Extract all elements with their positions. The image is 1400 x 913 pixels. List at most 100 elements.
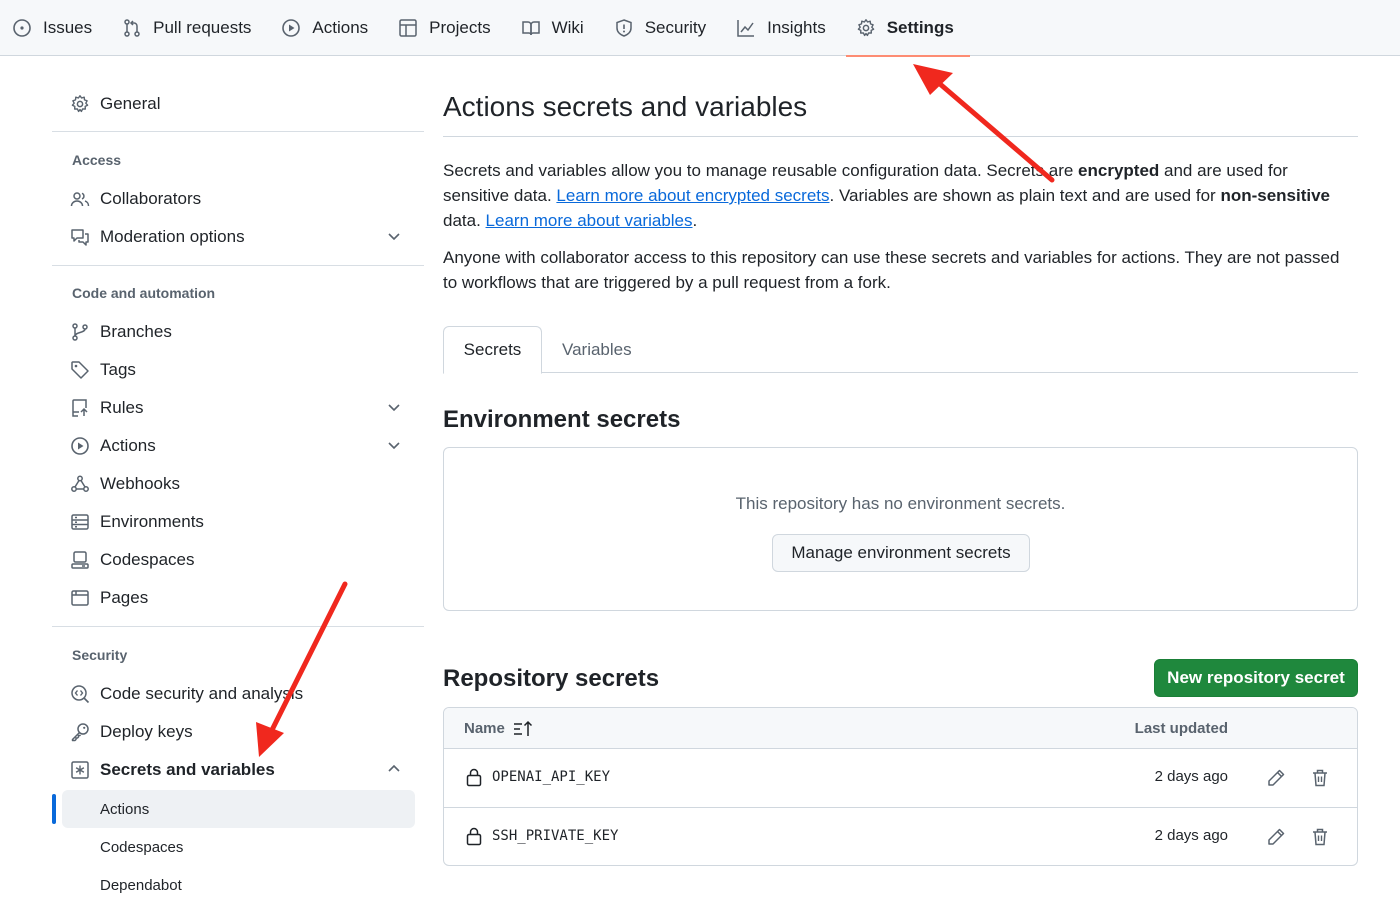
tab-issues[interactable]: Issues bbox=[12, 0, 106, 56]
intro-text: . Variables are shown as plain text and … bbox=[829, 186, 1221, 205]
tab-security[interactable]: Security bbox=[614, 0, 720, 56]
sidebar-selected-indicator bbox=[52, 794, 56, 824]
repo-nav: Issues Pull requests Actions Projects Wi… bbox=[0, 0, 1400, 57]
tab-pull-requests-label: Pull requests bbox=[153, 17, 252, 37]
sidebar-heading-access: Access bbox=[72, 152, 122, 168]
sidebar-item-label: Code security and analysis bbox=[100, 684, 304, 703]
sidebar-item-label: Moderation options bbox=[100, 227, 245, 246]
chevron-down-icon[interactable] bbox=[386, 399, 402, 415]
sidebar-item-label: Tags bbox=[100, 360, 136, 379]
tab-variables[interactable]: Variables bbox=[562, 326, 632, 373]
secret-updated: 2 days ago bbox=[1154, 827, 1228, 844]
sidebar-item-label: Actions bbox=[100, 436, 156, 455]
gear-icon bbox=[857, 18, 875, 36]
page-title: Actions secrets and variables bbox=[443, 91, 808, 122]
title-divider bbox=[443, 136, 1358, 137]
book-icon bbox=[521, 20, 540, 35]
key-asterisk-icon bbox=[71, 761, 89, 779]
secret-name: SSH_PRIVATE_KEY bbox=[492, 828, 619, 844]
table-row: OPENAI_API_KEY 2 days ago bbox=[444, 749, 1357, 807]
tab-secrets[interactable]: Secrets bbox=[443, 326, 542, 374]
tab-actions[interactable]: Actions bbox=[281, 0, 382, 56]
environment-secrets-heading: Environment secrets bbox=[443, 406, 681, 433]
sidebar-item-label: Codespaces bbox=[100, 550, 195, 569]
tab-wiki[interactable]: Wiki bbox=[521, 0, 598, 56]
chevron-down-icon[interactable] bbox=[386, 437, 402, 453]
sidebar-item-label: Deploy keys bbox=[100, 722, 193, 741]
lock-icon bbox=[466, 768, 482, 787]
sidebar-divider bbox=[52, 626, 424, 627]
column-header-last-updated: Last updated bbox=[1134, 720, 1228, 737]
play-icon bbox=[282, 18, 301, 37]
pencil-icon[interactable] bbox=[1266, 768, 1286, 788]
new-repository-secret-button[interactable]: New repository secret bbox=[1154, 659, 1358, 697]
lock-icon bbox=[466, 827, 482, 846]
sidebar-item-tags[interactable]: Tags bbox=[52, 352, 414, 388]
sidebar-item-actions[interactable]: Actions bbox=[52, 428, 414, 464]
table-header: Name Last updated bbox=[444, 708, 1357, 749]
environment-secrets-box: This repository has no environment secre… bbox=[443, 447, 1358, 611]
intro-text: . bbox=[692, 211, 698, 230]
codespaces-icon bbox=[71, 551, 89, 569]
sidebar-item-branches[interactable]: Branches bbox=[52, 314, 414, 350]
sidebar-item-pages[interactable]: Pages bbox=[52, 580, 414, 616]
server-icon bbox=[71, 514, 89, 530]
intro-paragraph: Secrets and variables allow you to manag… bbox=[443, 158, 1358, 233]
sidebar-item-label: Branches bbox=[100, 322, 172, 341]
tab-settings[interactable]: Settings bbox=[845, 0, 970, 57]
table-icon bbox=[399, 18, 417, 37]
key-icon bbox=[71, 723, 89, 742]
pencil-icon[interactable] bbox=[1266, 827, 1286, 847]
sidebar-item-label: Secrets and variables bbox=[100, 760, 275, 779]
sort-asc-icon[interactable] bbox=[513, 720, 533, 738]
webhook-icon bbox=[71, 475, 89, 492]
sidebar-item-secrets-variables[interactable]: Secrets and variables bbox=[52, 752, 414, 788]
intro-emphasis: non-sensitive bbox=[1220, 186, 1331, 205]
tab-wiki-label: Wiki bbox=[551, 17, 584, 37]
sidebar-item-collaborators[interactable]: Collaborators bbox=[52, 181, 414, 217]
shield-icon bbox=[615, 18, 632, 37]
sidebar-subitem-dependabot[interactable]: Dependabot bbox=[100, 877, 182, 894]
trash-icon[interactable] bbox=[1310, 768, 1330, 788]
people-icon bbox=[70, 192, 90, 207]
sidebar-divider bbox=[52, 265, 424, 266]
sidebar-item-webhooks[interactable]: Webhooks bbox=[52, 466, 414, 502]
secrets-variables-tabs: Secrets Variables bbox=[443, 326, 1358, 374]
tab-settings-label: Settings bbox=[886, 17, 954, 37]
sidebar-subitem-actions[interactable]: Actions bbox=[100, 801, 149, 818]
chevron-up-icon[interactable] bbox=[386, 761, 402, 777]
sidebar-item-code-security[interactable]: Code security and analysis bbox=[52, 676, 414, 712]
secret-name: OPENAI_API_KEY bbox=[492, 769, 611, 785]
trash-icon[interactable] bbox=[1310, 827, 1330, 847]
column-header-name[interactable]: Name bbox=[464, 720, 505, 737]
tab-pull-requests[interactable]: Pull requests bbox=[122, 0, 265, 56]
sidebar-item-rules[interactable]: Rules bbox=[52, 390, 414, 426]
chevron-down-icon[interactable] bbox=[386, 228, 402, 244]
sidebar-subitem-codespaces[interactable]: Codespaces bbox=[100, 839, 183, 856]
sidebar-item-label: General bbox=[100, 94, 161, 113]
tab-insights[interactable]: Insights bbox=[736, 0, 840, 56]
learn-encrypted-secrets-link[interactable]: Learn more about encrypted secrets bbox=[556, 186, 829, 205]
sidebar-item-moderation[interactable]: Moderation options bbox=[52, 219, 414, 255]
repository-secrets-table: Name Last updated OPENAI_API_KEY 2 days … bbox=[443, 707, 1358, 866]
tab-actions-label: Actions bbox=[312, 17, 369, 37]
secret-updated: 2 days ago bbox=[1154, 768, 1228, 785]
sidebar-item-label: Collaborators bbox=[100, 189, 202, 208]
sidebar-heading-security: Security bbox=[72, 647, 128, 663]
comment-discussion-icon bbox=[71, 229, 89, 246]
manage-environment-secrets-button[interactable]: Manage environment secrets bbox=[772, 534, 1030, 572]
sidebar-item-environments[interactable]: Environments bbox=[52, 504, 414, 540]
sidebar-heading-code: Code and automation bbox=[72, 285, 216, 301]
sidebar-item-label: Rules bbox=[100, 398, 144, 417]
learn-variables-link[interactable]: Learn more about variables bbox=[486, 211, 693, 230]
codescan-icon bbox=[71, 685, 90, 704]
sidebar-item-general[interactable]: General bbox=[52, 86, 414, 122]
sidebar-item-label: Webhooks bbox=[100, 474, 181, 493]
empty-state-text: This repository has no environment secre… bbox=[735, 494, 1066, 513]
tab-projects[interactable]: Projects bbox=[398, 0, 504, 56]
sidebar-item-label: Environments bbox=[100, 512, 204, 531]
repository-secrets-heading: Repository secrets bbox=[443, 665, 660, 692]
sidebar-item-deploy-keys[interactable]: Deploy keys bbox=[52, 714, 414, 750]
sidebar-item-codespaces[interactable]: Codespaces bbox=[52, 542, 414, 578]
tab-insights-label: Insights bbox=[767, 17, 826, 37]
